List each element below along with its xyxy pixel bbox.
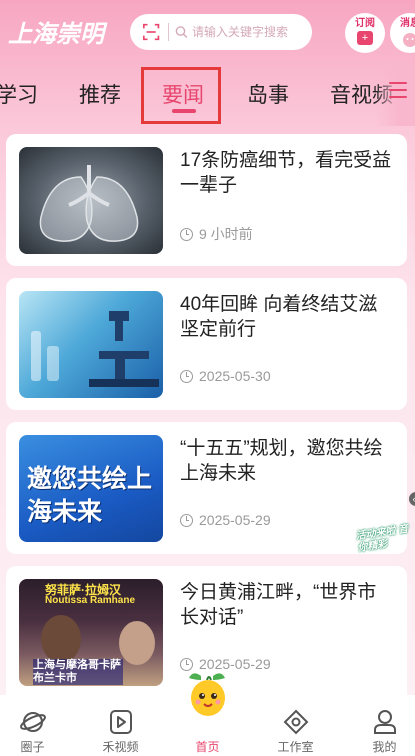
category-tabs: 学习 推荐 要闻 岛事 音视频 [0,62,415,126]
news-meta: 2025-05-30 [180,368,271,384]
app-logo: 上海崇明 [8,19,104,48]
news-meta: 2025-05-29 [180,512,271,528]
news-time: 9 小时前 [199,226,253,242]
news-time: 2025-05-30 [199,368,271,384]
news-title[interactable]: 今日黄浦江畔，“世界市长对话” [180,580,392,630]
thumbnail-caption: 上海与摩洛哥卡萨布兰卡市 [33,659,123,685]
message-button[interactable]: 消息 [390,13,415,53]
nav-circle[interactable]: 圈子 [0,695,74,756]
scan-icon[interactable] [142,22,160,42]
nav-label: 圈子 [20,740,45,754]
clock-icon [180,227,193,241]
tab-recommend[interactable]: 推荐 [79,79,121,109]
user-icon [374,710,396,734]
subscribe-button[interactable]: 订阅 + [345,13,385,53]
subscribe-plus-icon: + [357,31,373,45]
message-label: 消息 [400,18,415,29]
nav-label: 首页 [195,740,220,754]
nav-label: 禾视频 [102,740,139,754]
search-input[interactable] [192,25,312,39]
news-title[interactable]: 40年回眸 向着终结艾滋坚定前行 [180,292,392,342]
thumbnail-caption: 邀您共绘上海未来 [27,465,153,526]
nav-video[interactable]: 禾视频 [79,695,162,756]
planet-icon [20,712,46,732]
news-card[interactable]: 40年回眸 向着终结艾滋坚定前行 2025-05-30 [6,278,407,410]
nav-studio[interactable]: 工作室 [254,695,337,756]
lung-xray-image [39,165,139,242]
news-thumbnail [19,291,163,398]
clock-icon [180,657,193,671]
news-card[interactable]: 17条防癌细节，看完受益一辈子 9 小时前 [6,134,407,266]
tab-study[interactable]: 学习 [0,79,38,109]
active-tab-highlight [141,67,221,124]
thumbnail-name-en: Noutissa Ramhane [45,595,136,606]
news-time: 2025-05-29 [199,512,271,528]
app-header: 上海崇明 订阅 + 消息 [0,0,415,62]
news-thumbnail: 努菲萨·拉姆汉 Noutissa Ramhane 上海与摩洛哥卡萨布兰卡市 [19,579,163,686]
clock-icon [180,369,193,383]
news-card[interactable]: 邀您共绘上海未来 “十五五”规划，邀您共绘上海未来 2025-05-29 [6,422,407,554]
news-meta: 9 小时前 [180,224,253,244]
tab-island-news[interactable]: 岛事 [247,79,289,109]
side-expand-icon[interactable]: ‹ [409,492,415,506]
news-title[interactable]: “十五五”规划，邀您共绘上海未来 [180,436,392,486]
search-bar[interactable] [130,14,312,50]
home-mascot-icon[interactable] [187,670,229,720]
nav-label: 我的 [372,740,397,754]
news-thumbnail [19,147,163,254]
news-thumbnail: 邀您共绘上海未来 [19,435,163,542]
nav-label: 工作室 [277,740,314,754]
subscribe-label: 订阅 [355,18,375,29]
news-title[interactable]: 17条防癌细节，看完受益一辈子 [180,148,392,198]
menu-icon[interactable] [389,82,407,98]
message-avatar-icon [403,33,415,47]
video-icon [110,710,132,734]
studio-icon [283,709,309,735]
search-divider [168,23,170,41]
clock-icon [180,513,193,527]
nav-profile[interactable]: 我的 [343,695,415,756]
search-icon [175,26,188,38]
lab-microscope-image [31,311,159,387]
